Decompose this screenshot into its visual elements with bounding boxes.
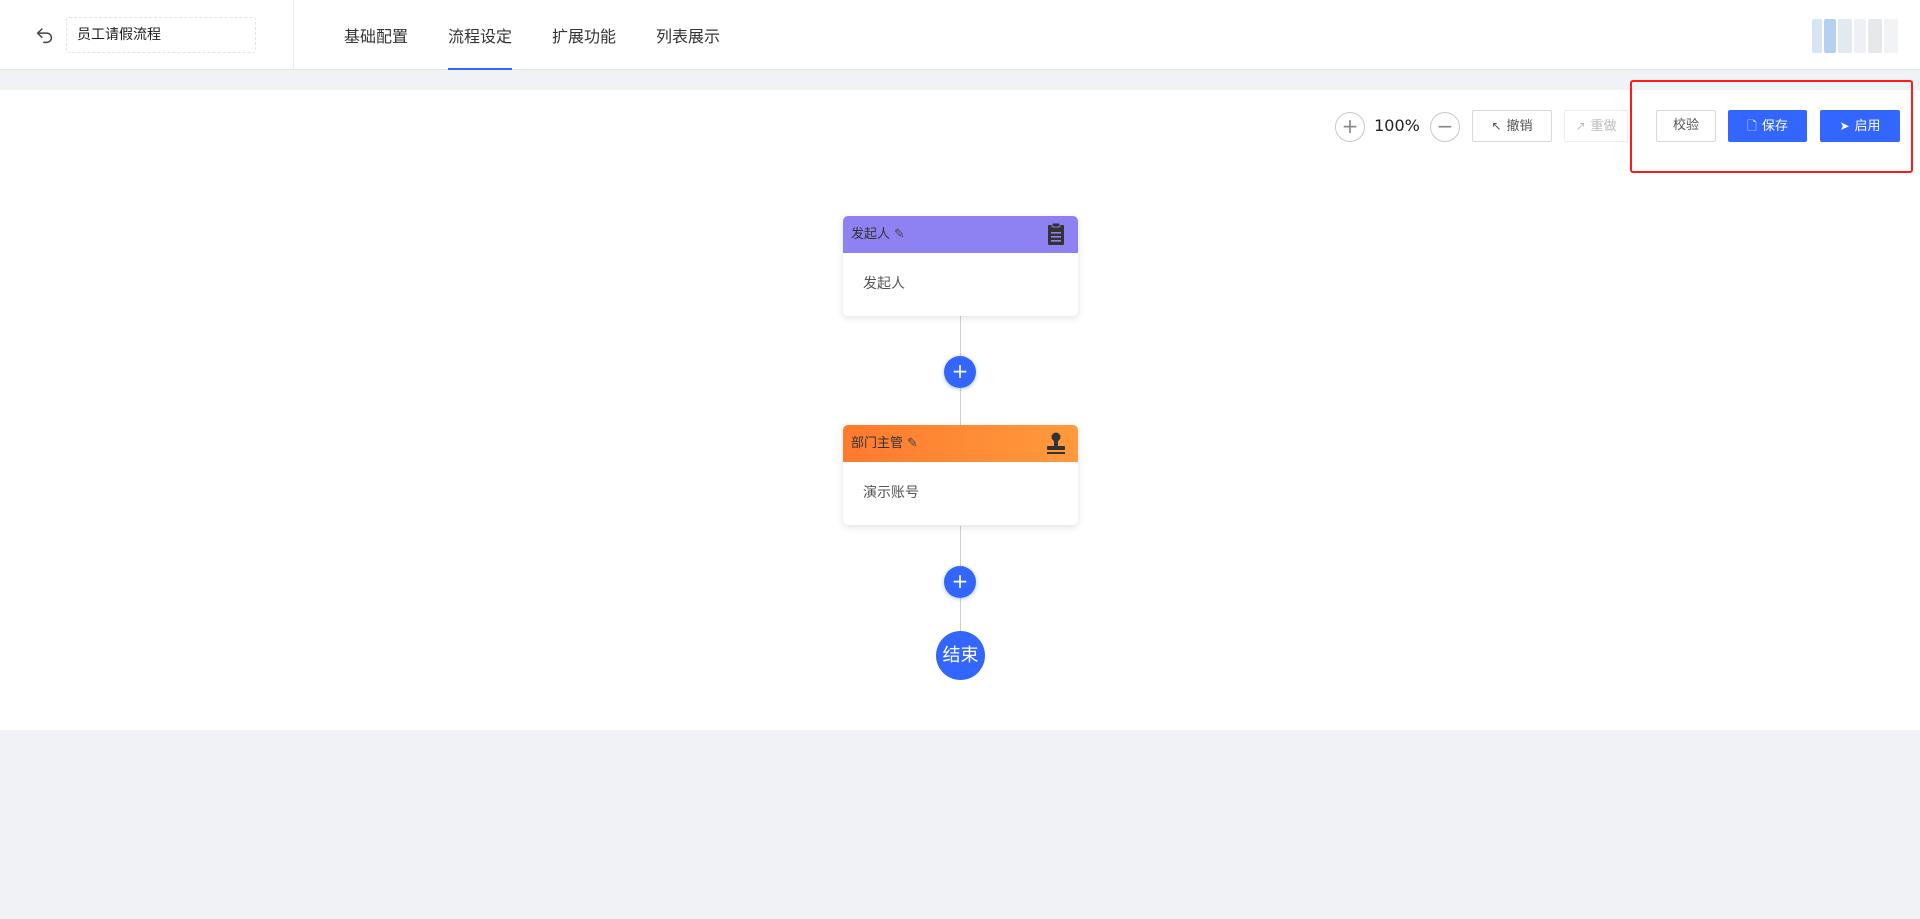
add-node-button[interactable]: + — [944, 566, 976, 598]
stamp-icon — [1047, 432, 1065, 454]
send-icon: ➤ — [1839, 119, 1850, 133]
save-button[interactable]: 🗋 保存 — [1728, 110, 1807, 142]
redo-label: 重做 — [1590, 119, 1617, 134]
top-header: 员工请假流程 基础配置 流程设定 扩展功能 列表展示 — [0, 0, 1920, 70]
start-node-title: 发起人 — [851, 227, 891, 242]
header-divider — [293, 0, 294, 70]
document-icon: 🗋 — [1747, 119, 1757, 133]
approver-node-header: 部门主管 ✎ — [843, 425, 1078, 462]
start-node-header: 发起人 ✎ — [843, 216, 1078, 253]
tab-basic-config[interactable]: 基础配置 — [344, 0, 408, 70]
redo-arrow-icon: ↗ — [1575, 119, 1586, 133]
start-node[interactable]: 发起人 ✎ 发起人 — [843, 216, 1078, 316]
clipboard-icon — [1048, 222, 1064, 245]
undo-arrow-icon: ↖ — [1491, 119, 1502, 133]
user-avatar[interactable] — [1812, 19, 1898, 53]
approver-node[interactable]: 部门主管 ✎ 演示账号 — [843, 425, 1078, 525]
edit-icon[interactable]: ✎ — [894, 227, 905, 242]
tab-flow-settings[interactable]: 流程设定 — [448, 0, 513, 70]
save-label: 保存 — [1761, 119, 1788, 134]
undo-button[interactable]: ↖ 撤销 — [1472, 110, 1552, 142]
validate-button[interactable]: 校验 — [1656, 110, 1716, 142]
tab-list-display[interactable]: 列表展示 — [656, 0, 720, 70]
approver-node-content: 演示账号 — [863, 485, 919, 501]
publish-label: 启用 — [1854, 119, 1881, 134]
zoom-in-button[interactable]: + — [1335, 112, 1365, 142]
add-node-button[interactable]: + — [944, 356, 976, 388]
publish-button[interactable]: ➤ 启用 — [1820, 110, 1900, 142]
tab-bar: 基础配置 流程设定 扩展功能 列表展示 — [344, 0, 760, 70]
approver-node-title: 部门主管 — [851, 436, 904, 451]
edit-icon[interactable]: ✎ — [907, 436, 918, 451]
tab-extensions[interactable]: 扩展功能 — [552, 0, 616, 70]
undo-label: 撤销 — [1506, 119, 1533, 134]
back-arrow-icon[interactable] — [34, 24, 56, 46]
end-node: 结束 — [936, 631, 985, 680]
process-title-input[interactable]: 员工请假流程 — [66, 17, 256, 53]
start-node-content: 发起人 — [863, 276, 905, 292]
redo-button[interactable]: ↗ 重做 — [1564, 110, 1628, 142]
zoom-level: 100% — [1374, 116, 1420, 135]
zoom-out-button[interactable]: − — [1430, 112, 1460, 142]
